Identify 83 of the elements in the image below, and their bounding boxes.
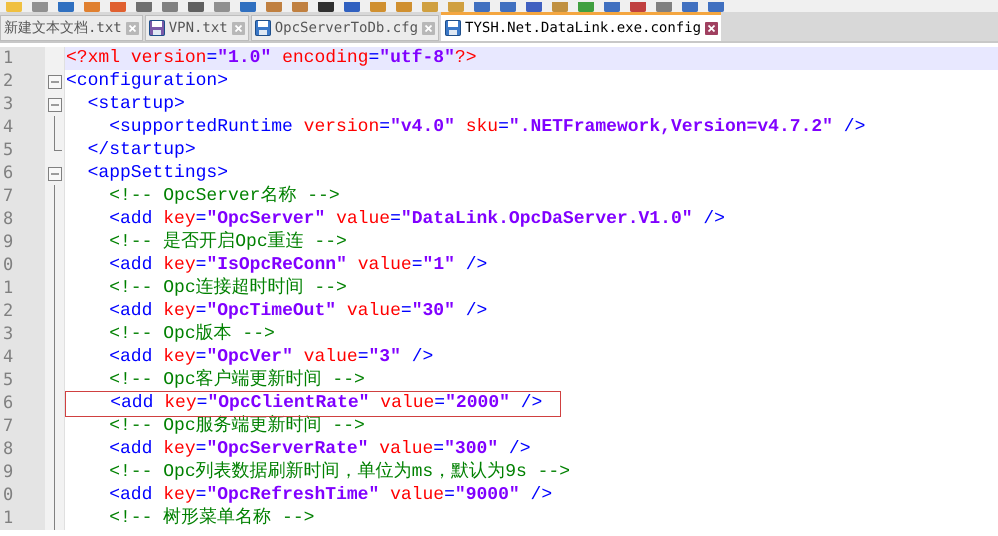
code-line: <!-- Opc连接超时时间 -->: [108, 277, 347, 300]
toolbar-icon[interactable]: [500, 2, 516, 12]
code-line: <!-- 是否开启Opc重连 -->: [108, 231, 347, 254]
toolbar-icon[interactable]: [396, 2, 412, 12]
code-line: <configuration>: [65, 70, 228, 93]
line-number: 7: [0, 185, 45, 208]
toolbar-icon[interactable]: [422, 2, 438, 12]
toolbar-icon[interactable]: [162, 2, 178, 12]
toolbar-icon[interactable]: [578, 2, 594, 12]
code-line: <add key="OpcVer" value="3" />: [108, 346, 434, 368]
toolbar-icon[interactable]: [630, 2, 646, 12]
code-line: <add key="OpcServerRate" value="300" />: [108, 438, 531, 460]
toolbar-icon[interactable]: [318, 2, 334, 12]
toolbar-icon[interactable]: [32, 2, 48, 12]
code-line: <supportedRuntime version="v4.0" sku=".NETFramework,Version=v4.7.2" />: [108, 116, 866, 139]
toolbar-icon[interactable]: [266, 2, 282, 12]
fold-end-icon: [54, 139, 62, 151]
line-number: 5: [0, 139, 45, 162]
code-line: <add key="OpcServer" value="DataLink.OpcDaServer.V1.0" />: [108, 208, 725, 230]
line-number: 4: [0, 346, 45, 369]
toolbar-icon[interactable]: [136, 2, 152, 12]
code-line: <?xml version="1.0" encoding="utf-8"?>: [65, 47, 477, 70]
line-number: 4: [0, 116, 45, 139]
code-line: <!-- Opc列表数据刷新时间，单位为ms，默认为9s -->: [108, 461, 570, 484]
tab-label: OpcServerToDb.cfg: [274, 18, 418, 38]
line-number: 6: [0, 162, 45, 185]
code-line: </startup>: [86, 139, 196, 162]
line-number: 1: [0, 507, 45, 530]
line-number: 1: [0, 47, 45, 70]
toolbar-icon[interactable]: [110, 2, 126, 12]
file-tab[interactable]: OpcServerToDb.cfg: [250, 15, 440, 41]
line-number: 8: [0, 438, 45, 461]
close-icon[interactable]: [705, 22, 718, 34]
collapse-box-icon[interactable]: [48, 166, 62, 180]
code-line: <add key="OpcRefreshTime" value="9000" />: [108, 484, 552, 507]
toolbar-icon[interactable]: [552, 2, 568, 12]
toolbar-icon[interactable]: [84, 2, 100, 12]
code-line: <!-- OpcServer名称 -->: [108, 185, 340, 208]
toolbar-icon[interactable]: [370, 2, 386, 12]
tab-label: TYSH.Net.DataLink.exe.config: [465, 18, 702, 38]
code-line: <add key="IsOpcReConn" value="1" />: [108, 254, 488, 277]
line-number: 0: [0, 254, 45, 277]
tab-label: 新建文本文档.txt: [4, 18, 122, 38]
toolbar-icon[interactable]: [292, 2, 308, 12]
toolbar-icon[interactable]: [344, 2, 360, 12]
line-number: 6: [0, 392, 45, 415]
toolbar-icon[interactable]: [682, 2, 698, 12]
code-line: <appSettings>: [86, 162, 228, 185]
code-line: <!-- Opc版本 -->: [108, 323, 275, 346]
toolbar-icon[interactable]: [526, 2, 542, 12]
file-tab[interactable]: VPN.txt: [144, 15, 249, 41]
line-number: 7: [0, 415, 45, 438]
toolbar-icon[interactable]: [188, 2, 204, 12]
line-number: 2: [0, 300, 45, 323]
line-number: 9: [0, 231, 45, 254]
line-number: 2: [0, 70, 45, 93]
line-number: 3: [0, 323, 45, 346]
tab-label: VPN.txt: [168, 18, 228, 38]
toolbar-icon[interactable]: [240, 2, 256, 12]
toolbar-icon[interactable]: [708, 2, 724, 12]
toolbar-icon[interactable]: [474, 2, 490, 12]
line-number: 0: [0, 484, 45, 507]
code-line: <startup>: [86, 93, 185, 116]
collapse-box-icon[interactable]: [48, 98, 62, 112]
toolbar-icon[interactable]: [448, 2, 464, 12]
file-tab[interactable]: TYSH.Net.DataLink.exe.config: [441, 12, 722, 41]
fold-margin: [45, 47, 65, 70]
code-line: <add key="OpcTimeOut" value="30" />: [108, 300, 488, 323]
toolbar-icon[interactable]: [58, 2, 74, 12]
line-number: 1: [0, 277, 45, 300]
code-line: <!-- 树形菜单名称 -->: [108, 507, 314, 530]
toolbar-icon[interactable]: [604, 2, 620, 12]
line-number: 9: [0, 461, 45, 484]
toolbar-icon[interactable]: [214, 2, 230, 12]
file-tab[interactable]: 新建文本文档.txt: [0, 15, 143, 41]
collapse-box-icon[interactable]: [48, 74, 62, 88]
toolbar-icon[interactable]: [656, 2, 672, 12]
line-number: 3: [0, 93, 45, 116]
code-line: <!-- Opc客户端更新时间 -->: [108, 369, 365, 392]
fold-line: [54, 116, 55, 139]
line-number: 8: [0, 208, 45, 231]
toolbar-icon[interactable]: [6, 2, 22, 12]
line-number: 5: [0, 369, 45, 392]
